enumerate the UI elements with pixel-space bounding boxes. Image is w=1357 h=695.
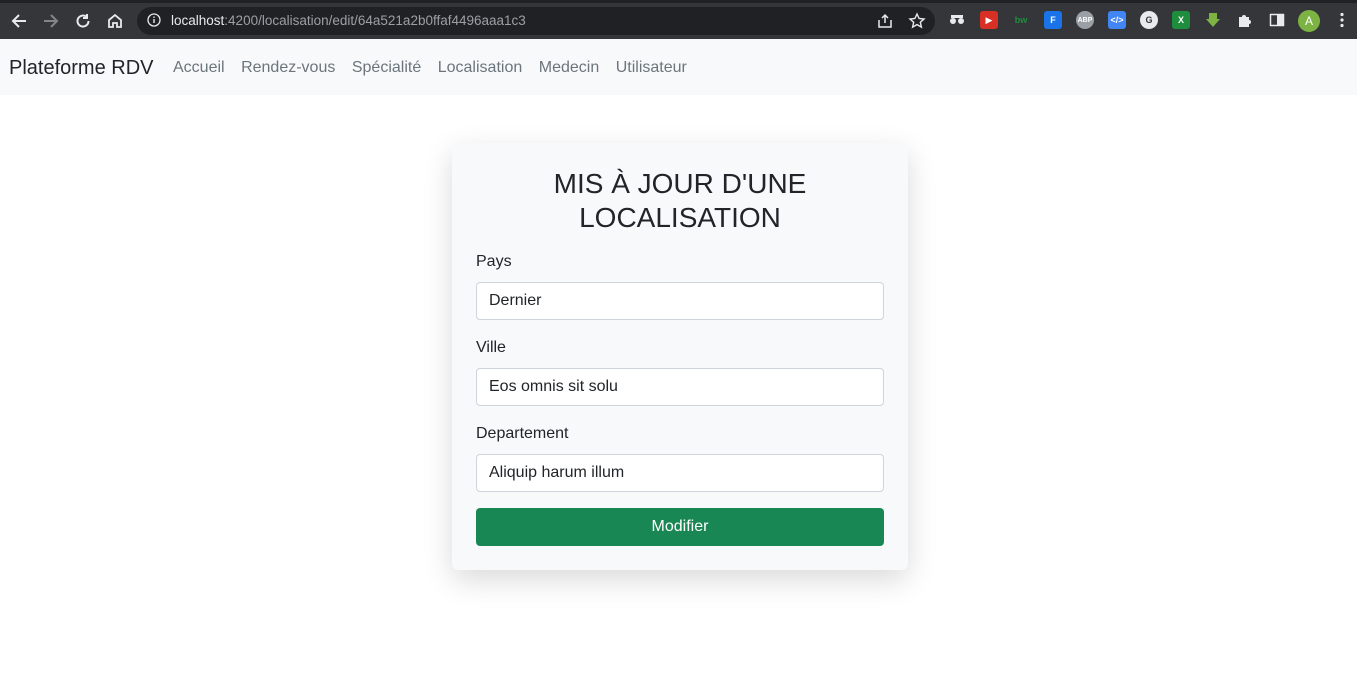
bookmark-star-icon[interactable] (908, 12, 926, 35)
site-info-icon[interactable] (147, 13, 161, 32)
ville-input[interactable] (476, 368, 884, 406)
g-extension-icon[interactable]: G (1140, 11, 1158, 29)
puzzle-extensions-icon[interactable] (1236, 11, 1254, 29)
nav-link-localisation[interactable]: Localisation (438, 59, 523, 77)
forward-arrow-icon[interactable] (39, 9, 63, 33)
url-text: localhost:4200/localisation/edit/64a521a… (171, 13, 526, 28)
download-extension-icon[interactable] (1204, 11, 1222, 29)
media-extension-icon[interactable]: ▶ (980, 11, 998, 29)
menu-kebab-icon[interactable] (1333, 11, 1351, 29)
bw-extension-icon[interactable]: bw (1012, 11, 1030, 29)
nav-link-medecin[interactable]: Medecin (539, 59, 599, 77)
share-icon[interactable] (876, 12, 894, 35)
departement-input[interactable] (476, 454, 884, 492)
profile-avatar[interactable]: A (1298, 10, 1320, 32)
edit-localisation-card: MIS À JOUR D'UNE LOCALISATION Pays Ville… (452, 143, 908, 570)
browser-toolbar: localhost:4200/localisation/edit/64a521a… (0, 0, 1357, 39)
address-bar[interactable]: localhost:4200/localisation/edit/64a521a… (137, 7, 935, 35)
modifier-button[interactable]: Modifier (476, 508, 884, 546)
pays-input[interactable] (476, 282, 884, 320)
adblock-extension-icon[interactable]: ABP (1076, 11, 1094, 29)
font-extension-icon[interactable]: F (1044, 11, 1062, 29)
url-path: :4200/localisation/edit/64a521a2b0ffaf44… (224, 13, 526, 28)
pays-label: Pays (476, 253, 512, 270)
nav-link-accueil[interactable]: Accueil (173, 59, 225, 77)
excel-extension-icon[interactable]: X (1172, 11, 1190, 29)
nav-link-utilisateur[interactable]: Utilisateur (616, 59, 687, 77)
url-host: localhost (171, 13, 225, 28)
ville-label: Ville (476, 339, 506, 356)
nav-link-specialite[interactable]: Spécialité (352, 59, 421, 77)
back-arrow-icon[interactable] (7, 9, 31, 33)
spy-extension-icon[interactable] (948, 11, 966, 29)
form-title: MIS À JOUR D'UNE LOCALISATION (553, 168, 807, 233)
departement-label: Departement (476, 425, 569, 442)
navbar-brand[interactable]: Plateforme RDV (9, 57, 154, 80)
reload-icon[interactable] (71, 9, 95, 33)
sidepanel-icon[interactable] (1268, 11, 1286, 29)
app-navbar: Plateforme RDV Accueil Rendez-vous Spéci… (0, 39, 1357, 95)
code-extension-icon[interactable]: </> (1108, 11, 1126, 29)
nav-links: Accueil Rendez-vous Spécialité Localisat… (173, 59, 703, 77)
home-icon[interactable] (103, 9, 127, 33)
nav-link-rendez-vous[interactable]: Rendez-vous (241, 59, 335, 77)
